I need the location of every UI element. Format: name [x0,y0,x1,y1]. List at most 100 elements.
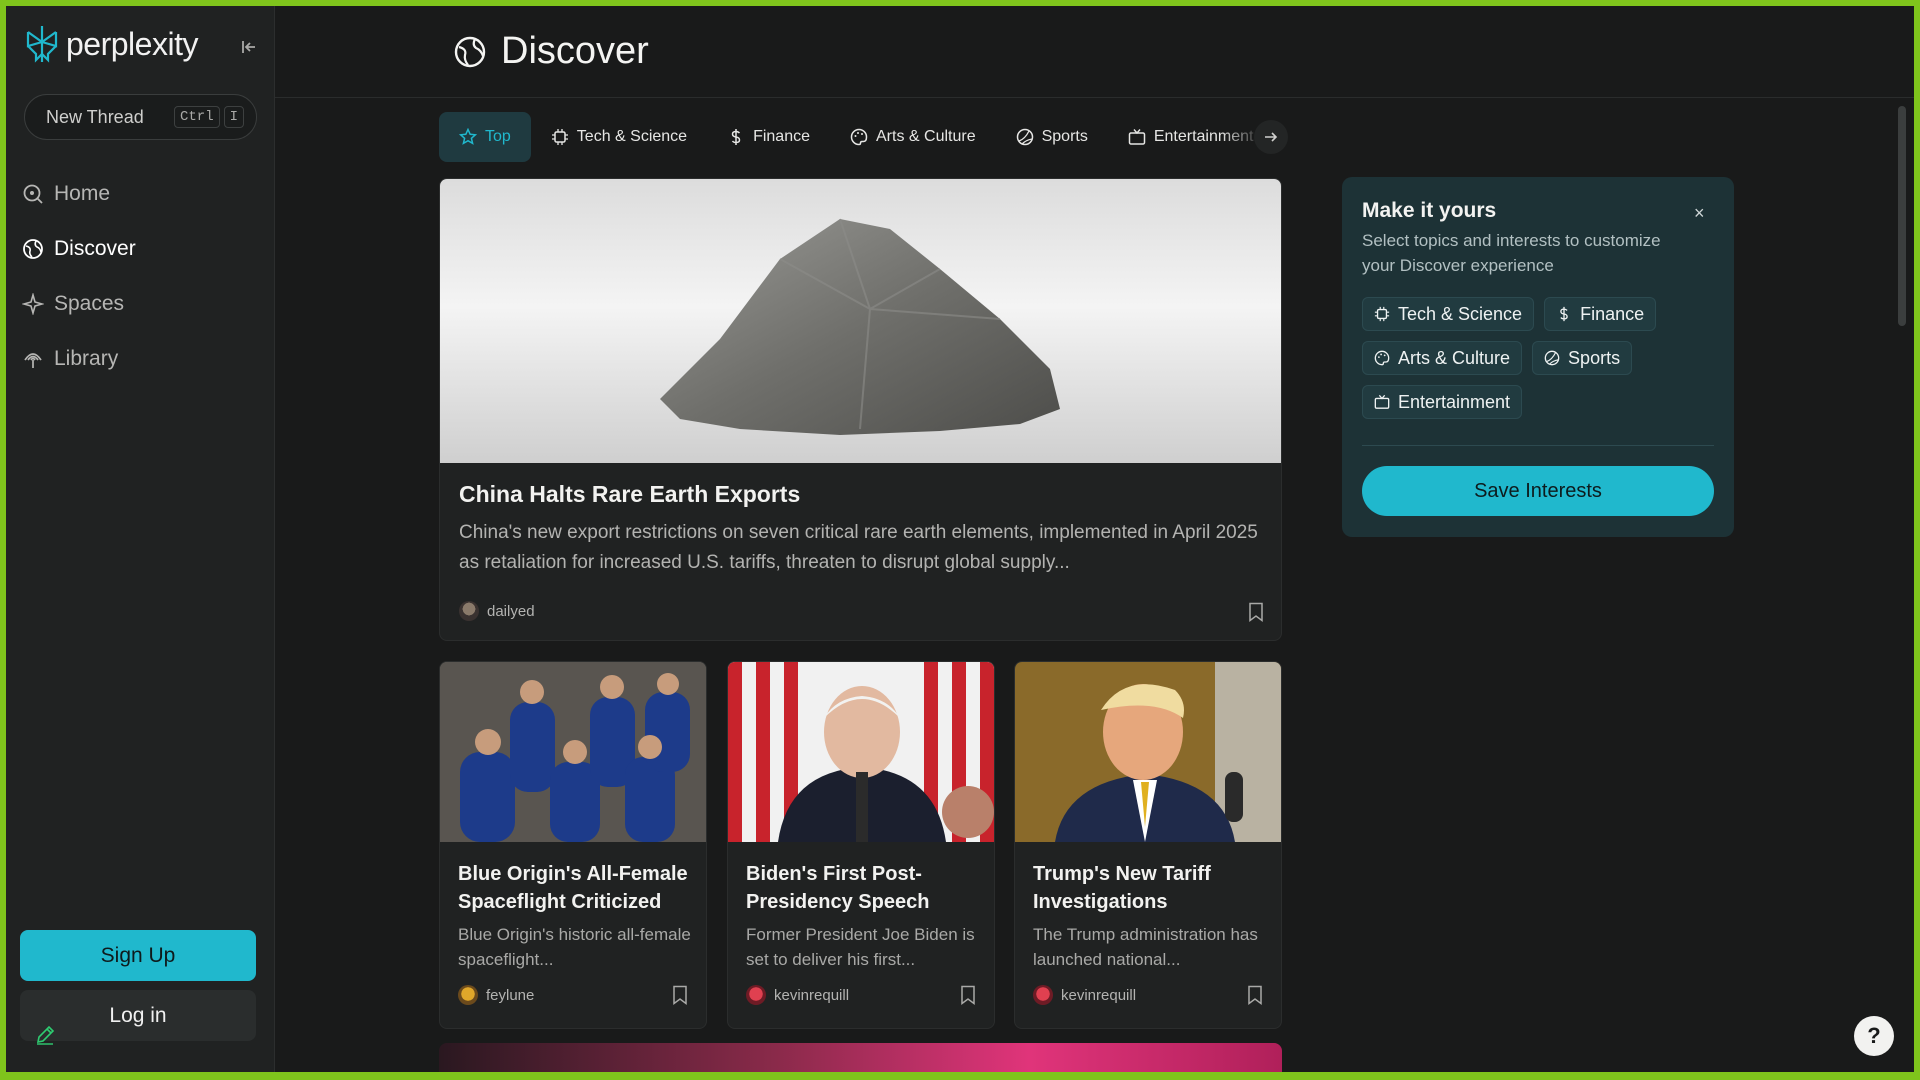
speech-image [728,662,994,842]
new-thread-label: New Thread [46,106,144,127]
star-icon [459,128,477,145]
globe-icon [23,238,43,259]
tab-label: Finance [753,128,810,145]
close-icon[interactable]: × [1694,203,1705,224]
article-author[interactable]: kevinrequill [746,985,849,1005]
home-search-icon [23,184,43,204]
article-title: Trump's New Tariff Investigations [1033,863,1211,913]
hero-article-card[interactable]: China Halts Rare Earth Exports China's n… [439,178,1282,641]
sidebar-item-home[interactable]: Home [22,166,136,221]
tab-label: Tech & Science [576,128,688,145]
divider [1362,445,1714,446]
collapse-sidebar-button[interactable] [238,36,260,58]
interests-title: Make it yours [1362,199,1497,222]
bookmark-icon[interactable] [960,985,976,1005]
perplexity-logo-icon [26,26,58,63]
avatar [459,601,479,621]
new-thread-button[interactable]: New Thread Ctrl I [24,94,257,140]
article-description: Former President Joe Biden is set to del… [746,925,975,969]
article-author[interactable]: kevinrequill [1033,985,1136,1005]
sidebar-item-discover[interactable]: Discover [22,221,136,276]
article-thumbnail [1015,662,1281,842]
sign-up-button[interactable]: Sign Up [20,930,256,981]
pencil-icon[interactable] [34,1024,56,1046]
tab-tech-science[interactable]: Tech & Science [531,112,707,162]
chip-sports[interactable]: Sports [1532,341,1633,375]
tabs-scroll-right-button[interactable] [1254,120,1288,154]
hero-description: China's new export restrictions on seven… [459,522,1258,573]
bookmark-icon[interactable] [1248,602,1264,622]
save-interests-button[interactable]: Save Interests [1362,466,1714,516]
sparkle-icon [22,292,44,315]
article-title: Biden's First Post-Presidency Speech [746,863,930,913]
interests-subtitle: Select topics and interests to customize… [1362,231,1661,275]
article-card[interactable]: Trump's New Tariff Investigations The Tr… [1014,661,1282,1029]
chip-icon [551,129,568,145]
portrait-image [1015,662,1281,842]
logo[interactable]: perplexity [24,24,198,64]
app-window: perplexity New Thread Ctrl I Home Discov… [6,6,1914,1072]
chip-label: Arts & Culture [1398,347,1511,368]
page-title-text: Discover [501,30,649,72]
tab-label: Sports [1041,128,1088,145]
category-tabs: Top Tech & Science Finance Arts & Cultur… [439,112,1291,162]
bookmark-icon[interactable] [1247,985,1263,1005]
hero-title: China Halts Rare Earth Exports [459,481,801,507]
bookmark-icon[interactable] [672,985,688,1005]
sidebar-item-spaces[interactable]: Spaces [22,276,136,331]
palette-icon [1374,350,1390,366]
tab-finance[interactable]: Finance [707,112,830,162]
author-name: dailyed [487,602,535,620]
article-thumbnail [440,662,706,842]
new-thread-shortcut: Ctrl I [173,106,244,128]
sidebar-nav: Home Discover Spaces Library [22,166,136,386]
chip-arts-culture[interactable]: Arts & Culture [1362,341,1523,375]
kbd-ctrl: Ctrl [173,106,220,128]
chip-label: Sports [1568,347,1621,368]
chip-finance[interactable]: Finance [1544,297,1657,331]
chip-entertainment[interactable]: Entertainment [1362,385,1523,419]
globe-icon [454,36,486,67]
topbar: Discover [275,6,1914,98]
sidebar-item-label: Library [54,346,119,370]
arrow-right-icon [1265,132,1278,142]
article-description: The Trump administration has launched na… [1033,925,1258,969]
logo-text: perplexity [66,25,198,62]
tab-arts-culture[interactable]: Arts & Culture [830,112,996,162]
author-name: kevinrequill [774,986,850,1004]
dollar-icon [731,129,741,145]
ball-icon [1544,350,1560,366]
sidebar-item-label: Home [54,181,111,205]
library-icon [24,352,42,368]
article-thumbnail [728,662,994,842]
interest-chips: Tech & Science Finance Arts & Culture Sp… [1362,297,1722,419]
astronauts-image [440,662,706,842]
ball-icon [1016,128,1033,146]
avatar [746,985,766,1005]
tv-icon [1374,394,1390,409]
tab-top[interactable]: Top [439,112,531,162]
tab-sports[interactable]: Sports [996,112,1108,162]
scrollbar[interactable] [1898,106,1906,326]
kbd-i: I [223,106,244,128]
chip-label: Finance [1580,303,1645,324]
article-description: Blue Origin's historic all-female spacef… [458,925,691,969]
sidebar-item-library[interactable]: Library [22,331,136,386]
next-article-card-peek[interactable] [439,1043,1282,1072]
chip-tech-science[interactable]: Tech & Science [1362,297,1535,331]
hero-image [440,179,1281,463]
chip-icon [1374,306,1390,322]
sidebar-item-label: Spaces [54,291,125,315]
article-author[interactable]: feylune [458,985,534,1005]
article-title: Blue Origin's All-Female Spaceflight Cri… [458,863,688,913]
tv-icon [1128,129,1146,145]
rock-image [660,218,1060,435]
dollar-icon [1560,306,1568,322]
tab-label: Top [485,128,511,145]
article-card[interactable]: Biden's First Post-Presidency Speech For… [727,661,995,1029]
help-button[interactable]: ? [1854,1016,1894,1056]
collapse-icon [242,41,255,53]
article-card[interactable]: Blue Origin's All-Female Spaceflight Cri… [439,661,707,1029]
hero-author[interactable]: dailyed [459,601,535,621]
avatar [1033,985,1053,1005]
